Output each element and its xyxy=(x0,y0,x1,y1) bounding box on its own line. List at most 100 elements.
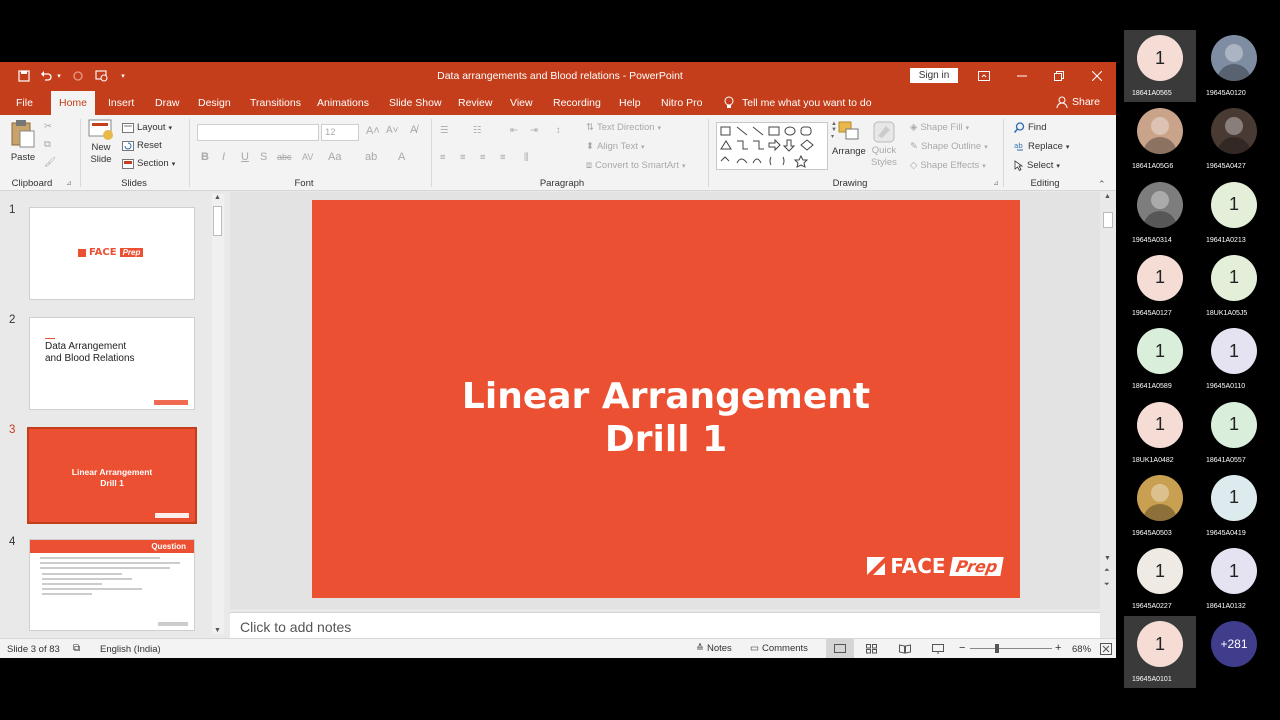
participant-tile[interactable]: 19645A0503 xyxy=(1124,470,1196,542)
comments-button[interactable]: ▭ Comments xyxy=(750,643,808,654)
increase-indent-icon[interactable]: ⇥ xyxy=(530,125,538,136)
undo-icon[interactable] xyxy=(38,68,54,84)
align-center-icon[interactable]: ≡ xyxy=(460,152,466,163)
notes-pane[interactable]: Click to add notes xyxy=(230,612,1100,638)
quick-styles-button[interactable]: Quick Styles xyxy=(871,120,897,168)
tab-home[interactable]: Home xyxy=(51,91,96,115)
scroll-up-icon[interactable]: ▲ xyxy=(1104,193,1111,200)
participant-tile[interactable]: 1 19645A0110 xyxy=(1198,323,1270,395)
character-spacing-icon[interactable]: AV xyxy=(302,152,313,162)
tab-view[interactable]: View xyxy=(510,90,533,115)
current-slide[interactable]: Linear Arrangement Drill 1 FACE Prep xyxy=(312,200,1020,598)
slide-title[interactable]: Linear Arrangement Drill 1 xyxy=(312,375,1020,461)
slide-thumbnail-4[interactable]: Question xyxy=(29,539,195,631)
format-painter-icon[interactable]: 🖌 xyxy=(44,157,56,168)
participant-tile[interactable]: 1 18641A0557 xyxy=(1198,397,1270,469)
participant-tile[interactable]: 1 19641A0213 xyxy=(1198,177,1270,249)
slide-sorter-icon[interactable] xyxy=(866,644,878,654)
zoom-in-icon[interactable]: + xyxy=(1055,642,1061,654)
change-case-icon[interactable]: Aa xyxy=(328,151,341,163)
font-name-combo[interactable] xyxy=(197,124,319,141)
clipboard-launcher-icon[interactable]: ⊿ xyxy=(66,179,72,187)
tab-file[interactable]: File xyxy=(16,90,33,115)
new-slide-button[interactable]: New Slide xyxy=(88,119,114,165)
participant-tile[interactable]: 1 19645A0127 xyxy=(1124,250,1196,322)
redo-icon[interactable] xyxy=(70,68,86,84)
participant-tile[interactable]: +281 xyxy=(1198,616,1270,688)
reading-view-icon[interactable] xyxy=(899,644,911,654)
tab-transitions[interactable]: Transitions xyxy=(250,90,301,115)
undo-dropdown-icon[interactable]: ▾ xyxy=(54,68,64,84)
tab-design[interactable]: Design xyxy=(198,90,231,115)
select-button[interactable]: Select ▾ xyxy=(1014,160,1060,171)
editor-scrollbar[interactable]: ▲ ▼ ⏶ ⏷ xyxy=(1102,192,1114,640)
slide-show-icon[interactable] xyxy=(932,644,944,654)
line-spacing-icon[interactable]: ↕ xyxy=(556,125,561,136)
align-text-button[interactable]: ⬍ Align Text ▾ xyxy=(586,141,645,152)
font-size-combo[interactable]: 12 xyxy=(321,124,359,141)
scroll-up-icon[interactable]: ▲ xyxy=(214,194,221,201)
align-right-icon[interactable]: ≡ xyxy=(480,152,486,163)
tab-nitro-pro[interactable]: Nitro Pro xyxy=(661,90,702,115)
tell-me-box[interactable]: Tell me what you want to do xyxy=(724,96,872,109)
increase-font-icon[interactable]: A˄ xyxy=(366,125,380,137)
tab-insert[interactable]: Insert xyxy=(108,90,134,115)
sign-in-button[interactable]: Sign in xyxy=(910,68,958,83)
reset-button[interactable]: Reset xyxy=(122,140,162,151)
next-slide-icon[interactable]: ⏷ xyxy=(1104,581,1110,589)
justify-icon[interactable]: ≡ xyxy=(500,152,506,163)
zoom-out-icon[interactable]: − xyxy=(959,642,965,654)
collapse-ribbon-icon[interactable]: ⌃ xyxy=(1098,179,1106,190)
arrange-button[interactable]: Arrange xyxy=(832,120,866,157)
zoom-slider[interactable] xyxy=(970,644,1052,653)
participant-tile[interactable]: 1 18641A0589 xyxy=(1124,323,1196,395)
spelling-icon[interactable]: ⧉ xyxy=(73,643,80,654)
convert-smartart-button[interactable]: ⧈ Convert to SmartArt ▾ xyxy=(586,160,686,171)
italic-icon[interactable]: I xyxy=(222,151,225,163)
thumbnail-scrollbar[interactable]: ▲ ▼ xyxy=(212,194,224,634)
cut-icon[interactable]: ✂ xyxy=(44,121,52,132)
minimize-icon[interactable] xyxy=(1010,66,1034,86)
slide-thumbnail-3[interactable]: Linear Arrangement Drill 1 xyxy=(27,427,197,524)
layout-button[interactable]: Layout ▾ xyxy=(122,122,172,133)
section-button[interactable]: Section ▾ xyxy=(122,158,175,169)
copy-icon[interactable]: ⧉ xyxy=(44,139,51,150)
participant-tile[interactable]: 1 19645A0101 xyxy=(1124,616,1196,689)
decrease-indent-icon[interactable]: ⇤ xyxy=(510,125,518,136)
participant-tile[interactable]: 1 18641A0565 xyxy=(1124,30,1196,102)
tab-slide-show[interactable]: Slide Show xyxy=(389,90,442,115)
participant-tile[interactable]: 1 18UK1A05J5 xyxy=(1198,250,1270,322)
share-button[interactable]: Share xyxy=(1056,96,1100,108)
start-from-beginning-icon[interactable] xyxy=(94,68,110,84)
scroll-down-icon[interactable]: ▼ xyxy=(214,627,221,634)
shape-fill-button[interactable]: ◈ Shape Fill ▾ xyxy=(910,122,969,133)
tab-draw[interactable]: Draw xyxy=(155,90,180,115)
participant-tile[interactable]: 19645A0314 xyxy=(1124,177,1196,249)
customize-toolbar-icon[interactable]: ▾ xyxy=(118,68,128,84)
ribbon-display-options-icon[interactable] xyxy=(972,66,996,86)
slide-thumbnail-2[interactable]: Data Arrangement and Blood Relations xyxy=(29,317,195,410)
align-left-icon[interactable]: ≡ xyxy=(440,152,446,163)
scroll-thumb[interactable] xyxy=(213,206,222,236)
participant-tile[interactable]: 1 19645A0227 xyxy=(1124,543,1196,615)
fit-to-window-icon[interactable] xyxy=(1100,643,1112,655)
tab-review[interactable]: Review xyxy=(458,90,492,115)
participant-tile[interactable]: 19645A0120 xyxy=(1198,30,1270,102)
scroll-thumb[interactable] xyxy=(1103,212,1113,228)
text-shadow-icon[interactable]: S xyxy=(260,151,267,163)
restore-icon[interactable] xyxy=(1047,66,1071,86)
participant-tile[interactable]: 19645A0427 xyxy=(1198,103,1270,175)
normal-view-button[interactable] xyxy=(826,639,854,658)
bullets-icon[interactable]: ☰ xyxy=(440,125,449,136)
close-icon[interactable] xyxy=(1085,66,1109,86)
participant-tile[interactable]: 1 18641A0132 xyxy=(1198,543,1270,615)
underline-icon[interactable]: U xyxy=(241,151,249,163)
slide-thumbnail-1[interactable]: FACE Prep xyxy=(29,207,195,300)
highlight-icon[interactable]: ab xyxy=(365,151,377,163)
clear-formatting-icon[interactable]: A̸ xyxy=(410,124,417,136)
shapes-gallery[interactable] xyxy=(716,122,828,170)
drawing-launcher-icon[interactable]: ⊿ xyxy=(993,179,999,187)
tab-animations[interactable]: Animations xyxy=(317,90,369,115)
language-indicator[interactable]: English (India) xyxy=(100,644,161,655)
zoom-level[interactable]: 68% xyxy=(1072,644,1091,655)
